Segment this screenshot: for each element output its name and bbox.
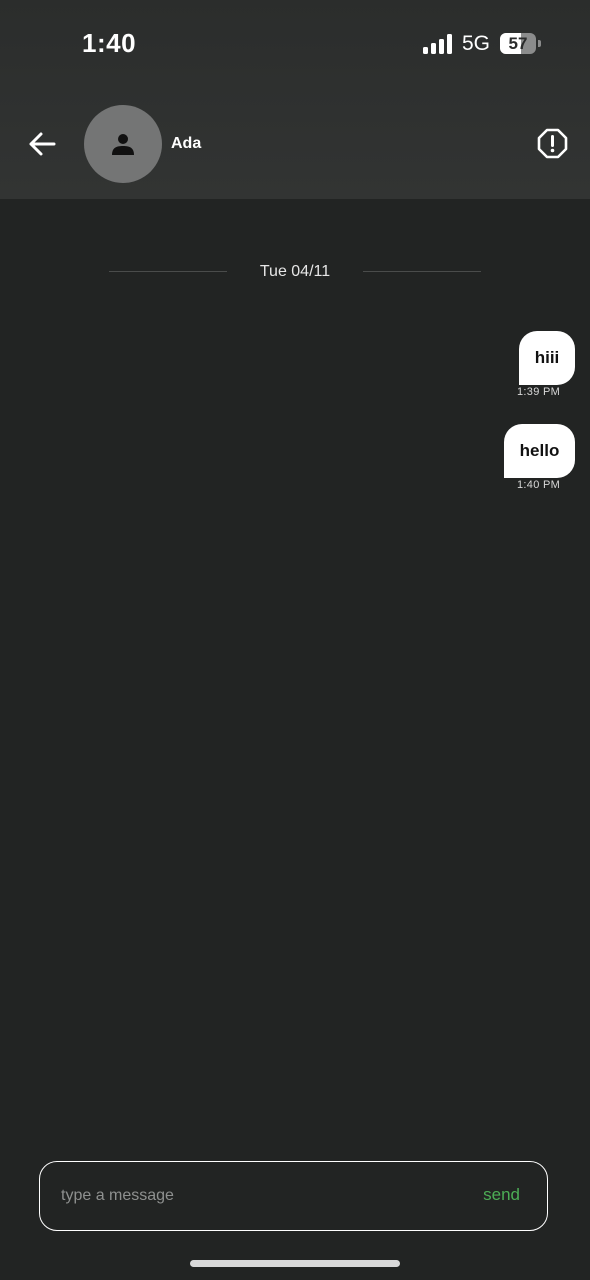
- message-time: 1:39 PM: [517, 386, 561, 398]
- message-composer: send: [39, 1161, 548, 1231]
- battery-percent: 57: [508, 34, 528, 53]
- date-separator: Tue 04/11: [259, 263, 331, 280]
- date-divider-left: [109, 271, 227, 272]
- person-icon: [112, 134, 134, 155]
- cellular-signal-icon: [423, 34, 453, 54]
- date-divider-right: [363, 271, 481, 272]
- message-time: 1:40 PM: [517, 479, 561, 491]
- message-bubble[interactable]: hiii: [519, 331, 575, 385]
- chat-screen: 1:40 5G 57 Ada Tue 04/11 hiii 1:39 PM he…: [0, 0, 590, 1280]
- battery-tip: [538, 40, 541, 47]
- network-type: 5G: [462, 32, 491, 55]
- alert-circle-icon: [537, 128, 568, 159]
- message-input[interactable]: [61, 1162, 441, 1229]
- home-indicator[interactable]: [190, 1260, 400, 1267]
- status-time: 1:40: [82, 28, 137, 58]
- report-button[interactable]: [537, 128, 568, 159]
- contact-avatar[interactable]: [84, 105, 162, 183]
- battery-icon: 57: [500, 33, 536, 54]
- header-bar: 1:40 5G 57 Ada: [0, 0, 590, 199]
- send-button[interactable]: send: [483, 1185, 520, 1205]
- arrow-left-icon: [29, 132, 56, 156]
- contact-name[interactable]: Ada: [171, 135, 201, 153]
- message-bubble[interactable]: hello: [504, 424, 575, 478]
- back-button[interactable]: [24, 126, 60, 162]
